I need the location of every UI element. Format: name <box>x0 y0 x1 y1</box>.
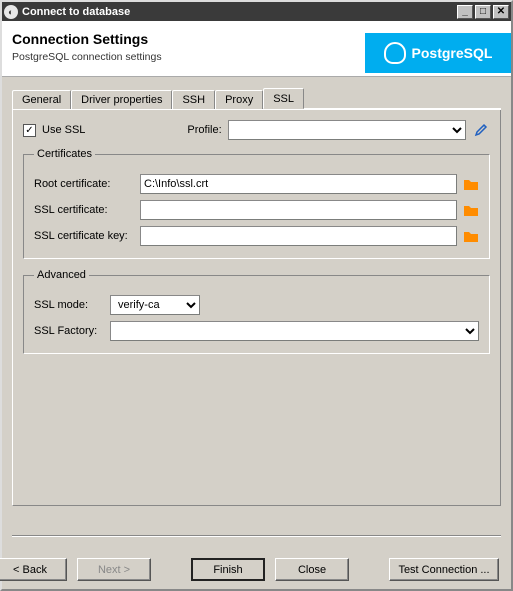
ssl-cert-browse-button[interactable] <box>463 203 479 217</box>
titlebar: ◐ Connect to database _ □ ✕ <box>2 2 511 21</box>
use-ssl-checkbox[interactable]: ✓ <box>23 124 36 137</box>
advanced-legend: Advanced <box>34 269 89 281</box>
back-button[interactable]: < Back <box>0 558 67 581</box>
root-cert-input[interactable] <box>140 174 457 194</box>
logo-text: PostgreSQL <box>412 45 493 61</box>
tabstrip: General Driver properties SSH Proxy SSL <box>12 87 501 110</box>
folder-icon <box>463 203 479 217</box>
root-cert-label: Root certificate: <box>34 178 134 190</box>
profile-select[interactable] <box>228 120 466 140</box>
certificates-group: Certificates Root certificate: SSL certi… <box>23 148 490 259</box>
tab-general[interactable]: General <box>12 90 71 109</box>
ssl-mode-label: SSL mode: <box>34 299 104 311</box>
use-ssl-label: Use SSL <box>42 124 85 136</box>
elephant-icon <box>384 42 406 64</box>
postgresql-logo: PostgreSQL <box>365 33 511 73</box>
test-connection-button[interactable]: Test Connection ... <box>389 558 499 581</box>
tab-driver-properties[interactable]: Driver properties <box>71 90 172 109</box>
footer: < Back Next > Finish Close Test Connecti… <box>2 558 511 581</box>
folder-icon <box>463 177 479 191</box>
ssl-cert-input[interactable] <box>140 200 457 220</box>
edit-profile-button[interactable] <box>472 121 490 139</box>
ssl-factory-select[interactable] <box>110 321 479 341</box>
profile-label: Profile: <box>187 124 221 136</box>
tab-ssl[interactable]: SSL <box>263 88 304 109</box>
root-cert-browse-button[interactable] <box>463 177 479 191</box>
app-icon: ◐ <box>4 5 18 19</box>
close-window-button[interactable]: ✕ <box>493 5 509 19</box>
advanced-group: Advanced SSL mode: verify-ca SSL Factory… <box>23 269 490 354</box>
separator <box>12 535 501 537</box>
close-button[interactable]: Close <box>275 558 349 581</box>
certificates-legend: Certificates <box>34 148 95 160</box>
ssl-cert-label: SSL certificate: <box>34 204 134 216</box>
ssl-factory-label: SSL Factory: <box>34 325 104 337</box>
window-title: Connect to database <box>22 6 455 18</box>
tab-ssh[interactable]: SSH <box>172 90 215 109</box>
pencil-icon <box>474 123 488 137</box>
maximize-button[interactable]: □ <box>475 5 491 19</box>
header: Connection Settings PostgreSQL connectio… <box>2 21 511 77</box>
tabpanel-ssl: ✓ Use SSL Profile: Certificates Root cer… <box>12 110 501 506</box>
next-button[interactable]: Next > <box>77 558 151 581</box>
ssl-key-browse-button[interactable] <box>463 229 479 243</box>
folder-icon <box>463 229 479 243</box>
ssl-key-label: SSL certificate key: <box>34 230 134 242</box>
finish-button[interactable]: Finish <box>191 558 265 581</box>
tab-proxy[interactable]: Proxy <box>215 90 263 109</box>
ssl-mode-select[interactable]: verify-ca <box>110 295 200 315</box>
minimize-button[interactable]: _ <box>457 5 473 19</box>
ssl-key-input[interactable] <box>140 226 457 246</box>
